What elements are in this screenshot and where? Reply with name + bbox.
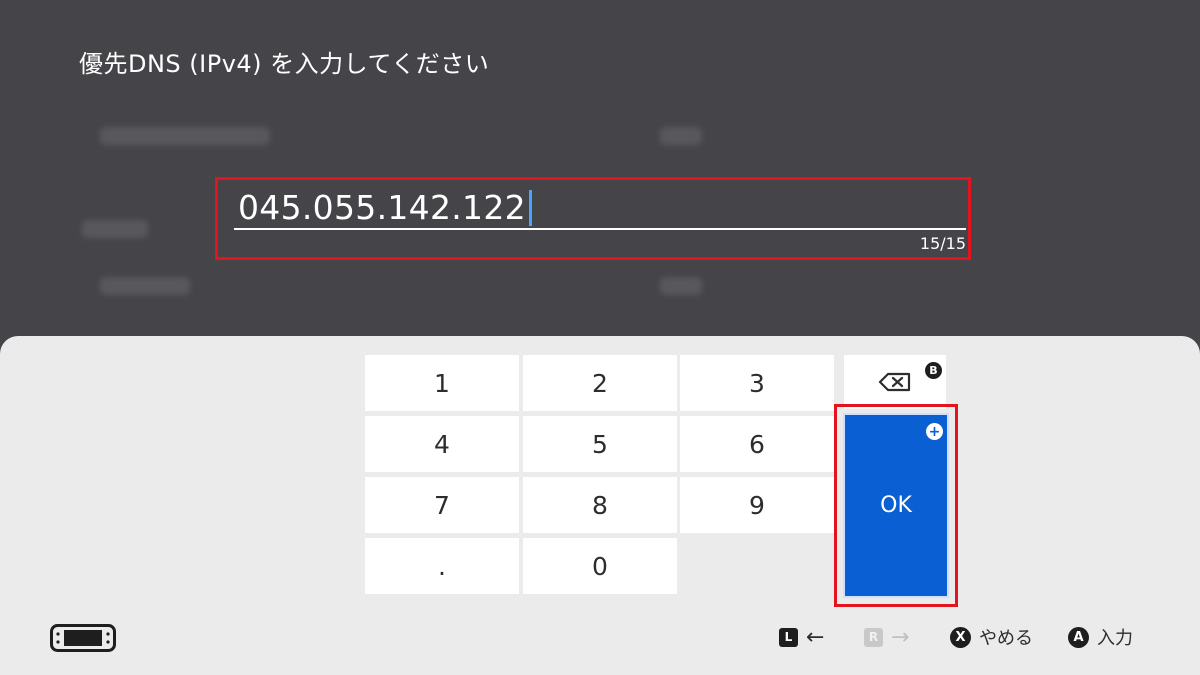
background-setting-row [100, 127, 270, 145]
background-setting-row [100, 277, 190, 295]
character-counter: 15/15 [919, 234, 966, 253]
plus-button-badge: + [926, 423, 943, 440]
footer-cancel[interactable]: X やめる [950, 623, 1033, 651]
l-button-icon: L [779, 627, 798, 647]
key-7[interactable]: 7 [365, 477, 519, 533]
background-setting-value [660, 277, 702, 295]
background-setting-value [660, 127, 702, 145]
input-underline [234, 228, 966, 230]
dns-input[interactable]: 045.055.142.122 [238, 188, 532, 227]
footer-confirm[interactable]: A 入力 [1068, 623, 1133, 651]
x-button-icon: X [950, 626, 971, 648]
key-6[interactable]: 6 [680, 416, 834, 472]
key-dot[interactable]: . [365, 538, 519, 594]
ok-button[interactable]: OK [843, 413, 949, 598]
cancel-label: やめる [979, 628, 1033, 649]
key-5[interactable]: 5 [523, 416, 677, 472]
text-caret [528, 189, 532, 226]
a-button-icon: A [1068, 626, 1089, 648]
backspace-icon [878, 372, 911, 392]
key-8[interactable]: 8 [523, 477, 677, 533]
key-0[interactable]: 0 [523, 538, 677, 594]
page-title: 優先DNS (IPv4) を入力してください [79, 50, 490, 78]
r-button-icon: R [864, 627, 883, 647]
key-1[interactable]: 1 [365, 355, 519, 411]
dns-input-value: 045.055.142.122 [238, 188, 526, 227]
handheld-console-icon [50, 624, 116, 652]
key-2[interactable]: 2 [523, 355, 677, 411]
footer-cursor-right: R → [864, 623, 909, 651]
arrow-right-icon: → [891, 624, 910, 650]
key-3[interactable]: 3 [680, 355, 834, 411]
background-setting-row [82, 220, 148, 238]
key-4[interactable]: 4 [365, 416, 519, 472]
footer-cursor-left[interactable]: L ← [779, 623, 824, 651]
key-9[interactable]: 9 [680, 477, 834, 533]
arrow-left-icon: ← [806, 624, 825, 650]
confirm-label: 入力 [1097, 628, 1133, 649]
b-button-badge: B [925, 362, 942, 379]
